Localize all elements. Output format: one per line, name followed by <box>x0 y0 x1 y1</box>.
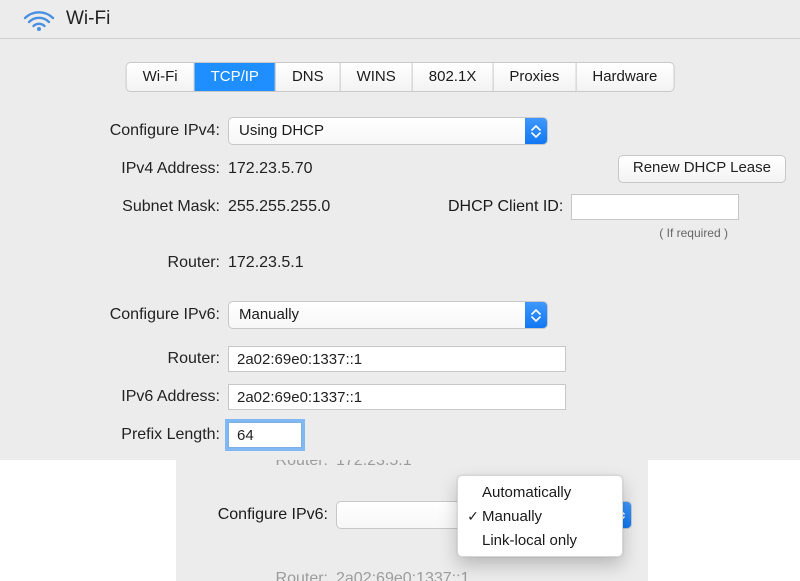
dim-router2-value: 2a02:69e0:1337::1 <box>336 570 469 581</box>
ipv4-address-label: IPv4 Address: <box>0 160 228 178</box>
wifi-icon <box>22 6 56 32</box>
dhcp-client-id-label: DHCP Client ID: <box>448 198 563 216</box>
ipv6-router-input[interactable] <box>228 346 566 372</box>
configure-ipv4-value: Using DHCP <box>229 118 525 144</box>
tab-tcpip[interactable]: TCP/IP <box>195 63 276 91</box>
page-title: Wi-Fi <box>66 8 110 30</box>
tab-hardware[interactable]: Hardware <box>576 63 673 91</box>
tab-wins[interactable]: WINS <box>341 63 413 91</box>
tab-proxies[interactable]: Proxies <box>493 63 576 91</box>
ipv4-address-value: 172.23.5.70 <box>228 160 313 178</box>
popup-option-manually[interactable]: ✓ Manually <box>458 504 622 528</box>
chevron-updown-icon <box>525 302 547 328</box>
configure-ipv6-popup: Automatically ✓ Manually Link-local only <box>457 475 623 557</box>
popup-option-link-local-only[interactable]: Link-local only <box>458 528 622 552</box>
configure-ipv6-label: Configure IPv6: <box>0 306 228 324</box>
tab-8021x[interactable]: 802.1X <box>413 63 494 91</box>
renew-dhcp-lease-button[interactable]: Renew DHCP Lease <box>618 155 786 183</box>
configure-ipv6-select[interactable]: Manually <box>228 301 548 329</box>
configure-ipv4-label: Configure IPv4: <box>0 122 228 140</box>
configure-ipv4-select[interactable]: Using DHCP <box>228 117 548 145</box>
ipv6-address-input[interactable] <box>228 384 566 410</box>
prefix-length-input[interactable] <box>228 422 302 448</box>
dhcp-client-id-hint: ( If required ) <box>659 226 728 244</box>
configure-ipv6-value: Manually <box>229 302 525 328</box>
check-icon: ✓ <box>464 508 482 525</box>
dim-router-value: 172.23.5.1 <box>336 460 412 470</box>
prefix-length-label: Prefix Length: <box>0 426 228 444</box>
tab-dns[interactable]: DNS <box>276 63 341 91</box>
popup-option-automatically[interactable]: Automatically <box>458 480 622 504</box>
popup-illustration: Router: 172.23.5.1 Configure IPv6: Route… <box>0 460 800 581</box>
dim-router-label: Router: <box>176 460 336 470</box>
ipv4-router-value: 172.23.5.1 <box>228 254 304 272</box>
tab-strip: Wi-Fi TCP/IP DNS WINS 802.1X Proxies Har… <box>126 62 675 92</box>
ipv6-router-label: Router: <box>0 350 228 368</box>
dhcp-client-id-input[interactable] <box>571 194 739 220</box>
subnet-mask-label: Subnet Mask: <box>0 198 228 216</box>
ipv6-address-label: IPv6 Address: <box>0 388 228 406</box>
chevron-updown-icon <box>525 118 547 144</box>
tab-wifi[interactable]: Wi-Fi <box>127 63 195 91</box>
configure-ipv6-label-lower: Configure IPv6: <box>176 506 336 524</box>
dim-router2-label: Router: <box>176 570 336 581</box>
subnet-mask-value: 255.255.255.0 <box>228 198 428 216</box>
header: Wi-Fi <box>0 0 800 39</box>
ipv4-router-label: Router: <box>0 254 228 272</box>
